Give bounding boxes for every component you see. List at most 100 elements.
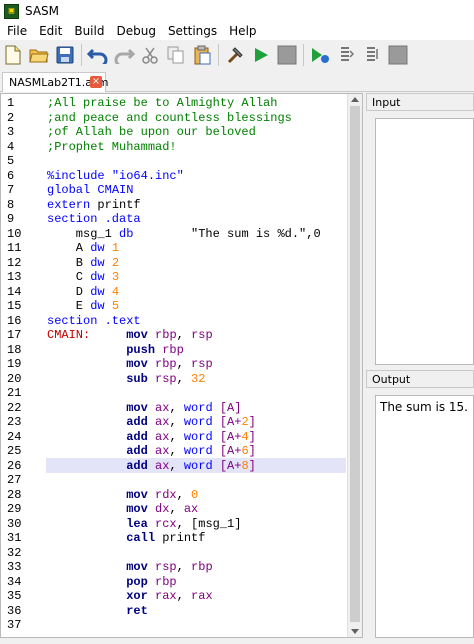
code-line[interactable]: mov dx, ax: [47, 502, 198, 516]
menu-settings[interactable]: Settings: [162, 24, 223, 38]
code-token: rbp: [191, 560, 213, 574]
code-token: word: [183, 429, 220, 444]
menu-debug[interactable]: Debug: [110, 24, 161, 38]
code-token: dw: [90, 255, 112, 270]
save-icon[interactable]: [52, 42, 78, 68]
code-token: ,: [169, 444, 184, 458]
code-line[interactable]: add ax, word [A+4]: [47, 430, 256, 444]
code-editor[interactable]: 1 2 3 4 5 6 7 8 9 10 11 12 13 14 15 16 17 18 19 20 21 22 23 24 2…: [0, 93, 363, 638]
code-line[interactable]: mov rdx, 0: [47, 488, 198, 502]
code-token: [A+: [219, 429, 242, 444]
code-line[interactable]: B dw 2: [47, 256, 119, 270]
line-number: 30: [7, 516, 22, 531]
output-area[interactable]: The sum is 15.: [375, 395, 474, 638]
code-line[interactable]: E dw 5: [47, 299, 119, 313]
cut-icon[interactable]: [137, 42, 163, 68]
code-line[interactable]: %include "io64.inc": [47, 169, 184, 183]
code-token: global: [47, 183, 98, 197]
line-number: 17: [7, 328, 22, 342]
code-token: ,: [169, 400, 184, 415]
build-hammer-icon[interactable]: [222, 42, 248, 68]
code-line[interactable]: ;All praise be to Almighty Allah: [47, 96, 277, 110]
step-into-icon[interactable]: [333, 42, 359, 68]
code-line[interactable]: mov rsp, rbp: [47, 560, 213, 574]
code-line[interactable]: lea rcx, [msg_1]: [47, 517, 241, 531]
line-number: 34: [7, 574, 22, 589]
code-token: mov: [126, 487, 156, 502]
code-token: dx: [155, 502, 170, 516]
code-line[interactable]: section .data: [47, 212, 141, 226]
code-token: 1: [111, 241, 120, 255]
code-token: 32: [191, 371, 206, 386]
input-field[interactable]: [375, 118, 474, 365]
line-number: 23: [7, 415, 22, 429]
menu-edit[interactable]: Edit: [33, 24, 68, 38]
code-line[interactable]: C dw 3: [47, 270, 119, 284]
code-line[interactable]: msg_1 db "The sum is %d.",0: [47, 227, 321, 241]
line-number: 33: [7, 560, 22, 574]
scroll-down-icon[interactable]: [351, 629, 359, 634]
menu-file[interactable]: File: [0, 24, 33, 38]
code-line[interactable]: push rbp: [47, 343, 184, 357]
run-icon[interactable]: [248, 42, 274, 68]
code-token: [A+: [219, 444, 242, 458]
line-number: 6: [7, 168, 15, 183]
debug-stop-icon[interactable]: [385, 42, 411, 68]
code-line[interactable]: mov rbp, rsp: [47, 357, 212, 371]
code-line[interactable]: add ax, word [A+8]: [47, 459, 256, 473]
menu-build[interactable]: Build: [68, 24, 110, 38]
code-token: 8: [241, 458, 249, 473]
editor-vertical-scrollbar[interactable]: [347, 94, 362, 637]
code-line[interactable]: xor rax, rax: [47, 589, 212, 603]
close-icon[interactable]: ×: [90, 76, 102, 88]
code-line[interactable]: mov ax, word [A]: [47, 401, 241, 415]
menu-help[interactable]: Help: [223, 24, 262, 38]
code-token: dw: [90, 270, 112, 284]
code-line[interactable]: add ax, word [A+6]: [47, 444, 256, 458]
code-line[interactable]: ;and peace and countless blessings: [47, 111, 292, 125]
line-number: 3: [7, 125, 15, 139]
code-token: ]: [248, 429, 256, 444]
code-line[interactable]: add ax, word [A+2]: [47, 415, 256, 429]
output-panel: Output The sum is 15.: [366, 370, 474, 638]
code-line[interactable]: global CMAIN: [47, 183, 133, 197]
undo-icon[interactable]: [85, 42, 111, 68]
stop-icon[interactable]: [274, 42, 300, 68]
code-line[interactable]: ret: [47, 604, 148, 618]
code-line[interactable]: A dw 1: [47, 241, 119, 255]
code-token: dw: [90, 284, 112, 299]
code-line[interactable]: extern printf: [47, 198, 141, 212]
paste-icon[interactable]: [189, 42, 215, 68]
code-line[interactable]: D dw 4: [47, 285, 119, 299]
code-token: rsp: [155, 371, 177, 386]
line-number: 31: [7, 531, 22, 545]
new-file-icon[interactable]: [0, 42, 26, 68]
code-token: ,: [176, 328, 192, 342]
step-over-icon[interactable]: [359, 42, 385, 68]
code-line[interactable]: sub rsp, 32: [47, 372, 205, 386]
redo-icon[interactable]: [111, 42, 137, 68]
line-number: 9: [7, 212, 15, 226]
code-line[interactable]: call printf: [47, 531, 205, 545]
code-line[interactable]: pop rbp: [47, 575, 176, 589]
code-line[interactable]: section .text: [47, 314, 141, 328]
copy-icon[interactable]: [163, 42, 189, 68]
code-line[interactable]: ;Prophet Muhammad!: [47, 140, 177, 154]
open-folder-icon[interactable]: [26, 42, 52, 68]
code-line[interactable]: ;of Allah be upon our beloved: [47, 125, 256, 139]
code-token: ax: [155, 400, 170, 415]
debug-icon[interactable]: [307, 42, 333, 68]
sasm-app-icon: ▣: [4, 3, 19, 19]
scrollbar-thumb[interactable]: [350, 106, 360, 622]
code-token: 2: [241, 415, 249, 429]
line-number: 18: [7, 342, 22, 357]
scroll-up-icon[interactable]: [351, 97, 359, 102]
code-line[interactable]: CMAIN: mov rbp, rsp: [47, 328, 213, 342]
tab-nasmlab2t1[interactable]: NASMLab2T1.asm ×: [2, 72, 108, 92]
code-token: dw: [90, 241, 112, 255]
